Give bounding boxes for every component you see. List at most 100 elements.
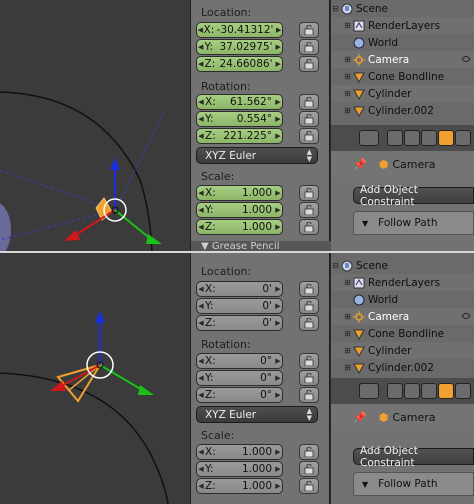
- lock-rotation-z-icon[interactable]: [299, 128, 319, 144]
- outliner-item-cone-bondline[interactable]: ⊞ Cone Bondline: [331, 68, 474, 85]
- mesh-object-icon: [352, 87, 365, 100]
- location-y-field[interactable]: ◀ Y: 0' ▶: [196, 298, 283, 314]
- render-tab-icon[interactable]: [387, 130, 403, 146]
- updown-arrow-icon: ▲ ▼: [306, 407, 312, 422]
- lock-scale-x-icon[interactable]: [299, 185, 319, 201]
- outliner-item-renderlayers[interactable]: ⊞ RenderLayers: [331, 17, 474, 34]
- outliner-item-world[interactable]: World: [331, 34, 474, 51]
- lock-rotation-x-icon[interactable]: [299, 94, 319, 110]
- camera-data-icon: ⬢: [378, 157, 389, 171]
- outliner-item-camera[interactable]: ⊞ Camera: [331, 308, 474, 325]
- world-tab-icon[interactable]: [421, 383, 437, 399]
- lock-scale-z-icon[interactable]: [299, 219, 319, 235]
- rotation-x-field[interactable]: ◀ X: 0° ▶: [196, 353, 283, 369]
- scale-label: Scale:: [201, 429, 235, 442]
- outliner-item-cylinder[interactable]: ⊞ Cylinder: [331, 85, 474, 102]
- transform-panel: Location: ◀ X: 0' ▶ ◀ Y: 0' ▶ ◀ Z: 0' ▶ Rotation:…: [190, 253, 330, 504]
- lock-scale-z-icon[interactable]: [299, 478, 319, 494]
- outliner-item-cylinder-002[interactable]: ⊞ Cylinder.002: [331, 359, 474, 376]
- location-z-field[interactable]: ◀ Z: 0' ▶: [196, 315, 283, 331]
- outliner: ⊟ Scene ⊞ RenderLayers World ⊞ Camera ⊞ Cone…: [331, 0, 474, 125]
- scale-y-field[interactable]: ◀ Y: 1.000 ▶: [196, 461, 283, 477]
- lock-scale-x-icon[interactable]: [299, 444, 319, 460]
- restrict-icon: [461, 313, 471, 319]
- location-y-field[interactable]: ◀ Y: 37.02975' ▶: [196, 39, 283, 55]
- rotation-y-field[interactable]: ◀ Y: 0° ▶: [196, 370, 283, 386]
- outliner-item-cylinder[interactable]: ⊞ Cylinder: [331, 342, 474, 359]
- properties-tabs: [331, 125, 474, 151]
- updown-arrow-icon: ▲ ▼: [306, 148, 312, 163]
- location-x-field[interactable]: ◀ X: 0' ▶: [196, 281, 283, 297]
- rotation-mode-dropdown[interactable]: XYZ Euler ▲ ▼: [196, 147, 318, 164]
- collapse-triangle-icon: ▼: [362, 479, 369, 489]
- scene-tab-icon[interactable]: [404, 383, 420, 399]
- world-tab-icon[interactable]: [421, 130, 437, 146]
- scale-y-field[interactable]: ◀ Y: 1.000 ▶: [196, 202, 283, 218]
- constraints-tab-icon[interactable]: [455, 383, 471, 399]
- outliner-item-cylinder-002[interactable]: ⊞ Cylinder.002: [331, 102, 474, 119]
- lock-rotation-y-icon[interactable]: [299, 111, 319, 127]
- collapse-triangle-icon: ▼: [362, 218, 369, 228]
- mesh-object-icon: [352, 361, 365, 374]
- lock-location-y-icon[interactable]: [299, 298, 319, 314]
- lock-rotation-y-icon[interactable]: [299, 370, 319, 386]
- editor-type-icon[interactable]: [359, 130, 379, 146]
- outliner-item-scene[interactable]: ⊟ Scene: [331, 0, 474, 17]
- properties-editor: 📌 ⬢ Camera Add Object Constraint ▼ Follow…: [331, 378, 474, 504]
- lock-location-z-icon[interactable]: [299, 315, 319, 331]
- scene-tab-icon[interactable]: [404, 130, 420, 146]
- pin-icon[interactable]: 📌: [353, 158, 367, 171]
- properties-tabs: [331, 378, 474, 404]
- location-label: Location:: [201, 6, 252, 19]
- lock-rotation-x-icon[interactable]: [299, 353, 319, 369]
- mesh-object-icon: [352, 104, 365, 117]
- 3d-viewport[interactable]: [0, 0, 190, 251]
- outliner-item-cone-bondline[interactable]: ⊞ Cone Bondline: [331, 325, 474, 342]
- properties-context: 📌 ⬢ Camera: [331, 404, 474, 430]
- scale-x-field[interactable]: ◀ X: 1.000 ▶: [196, 444, 283, 460]
- object-tab-icon[interactable]: [438, 383, 454, 399]
- mesh-object-icon: [352, 70, 365, 83]
- scale-z-field[interactable]: ◀ Z: 1.000 ▶: [196, 219, 283, 235]
- rotation-y-field[interactable]: ◀ Y: 0.554° ▶: [196, 111, 283, 127]
- rotation-x-field[interactable]: ◀ X: 61.562° ▶: [196, 94, 283, 110]
- camera-object-icon: [352, 310, 365, 323]
- viewport-scene: [0, 91, 166, 251]
- object-tab-icon[interactable]: [438, 130, 454, 146]
- render-tab-icon[interactable]: [387, 383, 403, 399]
- lock-location-z-icon[interactable]: [299, 56, 319, 72]
- lock-location-y-icon[interactable]: [299, 39, 319, 55]
- pin-icon[interactable]: 📌: [353, 411, 367, 424]
- rotation-z-field[interactable]: ◀ Z: 0° ▶: [196, 387, 283, 403]
- follow-path-constraint[interactable]: ▼ Follow Path: [353, 211, 474, 235]
- top-screenshot: Location: ◀ X: -30.41312' ▶ ◀ Y: 37.02975' ▶ ◀…: [0, 0, 474, 251]
- lock-scale-y-icon[interactable]: [299, 202, 319, 218]
- world-icon: [352, 293, 365, 306]
- lock-location-x-icon[interactable]: [299, 281, 319, 297]
- location-x-field[interactable]: ◀ X: -30.41312' ▶: [196, 22, 283, 38]
- follow-path-constraint[interactable]: ▼ Follow Path: [353, 472, 474, 496]
- lock-location-x-icon[interactable]: [299, 22, 319, 38]
- add-object-constraint-button[interactable]: Add Object Constraint: [353, 184, 474, 208]
- scale-x-field[interactable]: ◀ X: 1.000 ▶: [196, 185, 283, 201]
- location-z-field[interactable]: ◀ Z: 24.66086' ▶: [196, 56, 283, 72]
- lock-scale-y-icon[interactable]: [299, 461, 319, 477]
- rotation-label: Rotation:: [201, 338, 251, 351]
- outliner-item-camera[interactable]: ⊞ Camera: [331, 51, 474, 68]
- 3d-viewport[interactable]: [0, 253, 190, 504]
- outliner: ⊟ Scene ⊞ RenderLayers World ⊞ Camera ⊞ Cone…: [331, 253, 474, 378]
- outliner-item-renderlayers[interactable]: ⊞ RenderLayers: [331, 274, 474, 291]
- transform-panel: Location: ◀ X: -30.41312' ▶ ◀ Y: 37.02975' ▶ ◀…: [190, 0, 331, 251]
- lock-rotation-z-icon[interactable]: [299, 387, 319, 403]
- editor-type-icon[interactable]: [359, 383, 379, 399]
- add-object-constraint-button[interactable]: Add Object Constraint: [353, 445, 474, 469]
- scale-z-field[interactable]: ◀ Z: 1.000 ▶: [196, 478, 283, 494]
- rotation-z-field[interactable]: ◀ Z: 221.225° ▶: [196, 128, 283, 144]
- scale-label: Scale:: [201, 170, 235, 183]
- rotation-mode-dropdown[interactable]: XYZ Euler ▲ ▼: [196, 406, 318, 423]
- context-object-name: Camera: [392, 410, 436, 424]
- constraints-tab-icon[interactable]: [455, 130, 471, 146]
- grease-pencil-panel-header[interactable]: ▼ Grease Pencil: [191, 241, 331, 251]
- outliner-item-scene[interactable]: ⊟ Scene: [331, 257, 474, 274]
- outliner-item-world[interactable]: World: [331, 291, 474, 308]
